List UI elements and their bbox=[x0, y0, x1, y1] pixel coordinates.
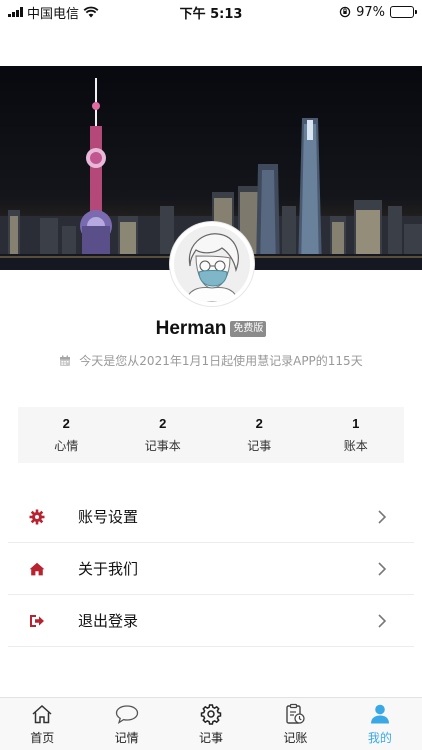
menu-item-logout[interactable]: 退出登录 bbox=[8, 595, 414, 647]
orientation-lock-icon bbox=[339, 6, 351, 18]
chevron-right-icon bbox=[374, 613, 390, 629]
avatar-image bbox=[174, 226, 250, 302]
stat-notes[interactable]: 2 记事 bbox=[211, 407, 308, 463]
calendar-icon bbox=[60, 355, 71, 366]
gear-icon bbox=[28, 508, 46, 526]
tab-home[interactable]: 首页 bbox=[0, 698, 84, 750]
gear-outline-icon bbox=[199, 702, 223, 726]
plan-badge: 免费版 bbox=[230, 321, 267, 337]
menu-item-label: 关于我们 bbox=[78, 560, 139, 578]
tab-accounting[interactable]: 记账 bbox=[253, 698, 337, 750]
menu-item-label: 账号设置 bbox=[78, 508, 139, 526]
tab-label: 记情 bbox=[114, 731, 139, 745]
username: Herman bbox=[155, 318, 227, 339]
wifi-icon bbox=[83, 6, 99, 18]
stat-label: 记事本 bbox=[144, 439, 181, 453]
stat-mood[interactable]: 2 心情 bbox=[18, 407, 115, 463]
battery-icon bbox=[390, 6, 417, 18]
logout-icon bbox=[28, 612, 46, 630]
signal-icon bbox=[8, 7, 23, 17]
avatar[interactable] bbox=[170, 222, 254, 306]
home-icon bbox=[28, 560, 46, 578]
stat-count: 2 bbox=[159, 416, 167, 431]
menu-item-about-us[interactable]: 关于我们 bbox=[8, 543, 414, 595]
stat-label: 心情 bbox=[54, 439, 79, 453]
carrier-label: 中国电信 bbox=[27, 6, 80, 22]
profile-name-row: Herman 免费版 bbox=[0, 318, 422, 340]
tab-bar: 首页 记情 记事 记账 我的 bbox=[0, 697, 422, 750]
settings-menu: 账号设置 关于我们 退出登录 bbox=[8, 491, 414, 647]
home-outline-icon bbox=[30, 702, 54, 726]
stat-label: 记事 bbox=[247, 439, 272, 453]
tab-mine[interactable]: 我的 bbox=[338, 698, 422, 750]
tab-label: 记事 bbox=[199, 731, 224, 745]
stat-ledgers[interactable]: 1 账本 bbox=[308, 407, 405, 463]
tab-label: 我的 bbox=[367, 731, 392, 745]
stats-panel: 2 心情 2 记事本 2 记事 1 账本 bbox=[18, 407, 404, 463]
stat-notebooks[interactable]: 2 记事本 bbox=[115, 407, 212, 463]
usage-text: 今天是您从2021年1月1日起使用慧记录APP的115天 bbox=[79, 354, 363, 368]
stat-count: 2 bbox=[255, 416, 263, 431]
status-bar: 中国电信 下午 5:13 97% bbox=[0, 0, 422, 24]
menu-item-label: 退出登录 bbox=[78, 612, 139, 630]
chevron-right-icon bbox=[374, 509, 390, 525]
status-right: 97% bbox=[339, 4, 417, 20]
ledger-clock-icon bbox=[283, 702, 307, 726]
person-icon bbox=[368, 702, 392, 726]
chat-bubble-icon bbox=[115, 702, 139, 726]
stat-count: 2 bbox=[62, 416, 70, 431]
tab-label: 首页 bbox=[30, 731, 55, 745]
stat-count: 1 bbox=[352, 416, 360, 431]
battery-percent: 97% bbox=[356, 4, 385, 20]
menu-item-account-settings[interactable]: 账号设置 bbox=[8, 491, 414, 543]
usage-line: 今天是您从2021年1月1日起使用慧记录APP的115天 bbox=[0, 352, 422, 369]
stat-label: 账本 bbox=[343, 439, 368, 453]
tab-label: 记账 bbox=[283, 731, 308, 745]
tab-mood[interactable]: 记情 bbox=[84, 698, 168, 750]
chevron-right-icon bbox=[374, 561, 390, 577]
status-left: 中国电信 bbox=[8, 3, 99, 22]
tab-notes[interactable]: 记事 bbox=[169, 698, 253, 750]
